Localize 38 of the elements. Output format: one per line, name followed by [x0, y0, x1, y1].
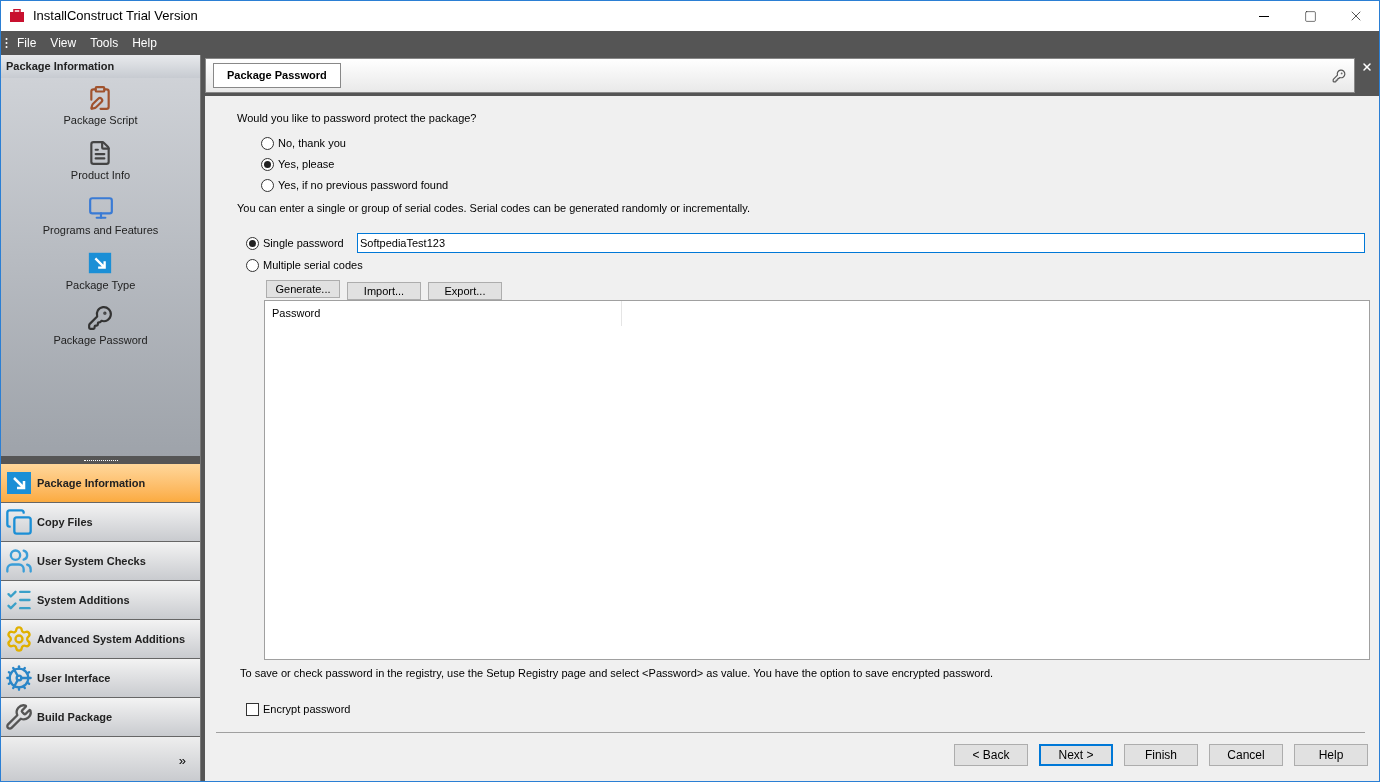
menu-item[interactable]: File: [12, 34, 42, 52]
page-tab[interactable]: Package Password: [213, 63, 341, 88]
wizard-button[interactable]: Cancel: [1209, 743, 1283, 766]
list-button[interactable]: Generate...: [266, 279, 340, 298]
sidebar-item[interactable]: Product Info: [62, 140, 139, 195]
list-button[interactable]: Import...: [347, 281, 421, 300]
nav-button[interactable]: Package Information: [1, 464, 200, 503]
more-button[interactable]: »: [178, 754, 186, 767]
list-button[interactable]: Export...: [428, 281, 502, 300]
nav-button[interactable]: Advanced System Additions: [1, 620, 200, 659]
radio-label[interactable]: Yes, if no previous password found: [278, 178, 449, 192]
sidebar-item[interactable]: Package Password: [45, 305, 156, 360]
menu-item[interactable]: View: [45, 34, 82, 52]
nav-button[interactable]: System Additions: [1, 581, 200, 620]
column-header[interactable]: Password: [265, 300, 622, 326]
wizard-button[interactable]: Next >: [1039, 743, 1113, 766]
window-title: InstallConstruct Trial Version: [33, 7, 198, 26]
registry-info-text: To save or check password in the registry, use the Setup Registry page and select <Password> as value. You have the option to save encrypted password.: [240, 665, 995, 681]
question-text: Would you like to password protect the package?: [237, 111, 478, 126]
sidebar-item[interactable]: Package Script: [55, 85, 146, 140]
menu-item[interactable]: Tools: [85, 34, 124, 52]
checkbox-label[interactable]: Encrypt password: [263, 701, 351, 718]
nav-button[interactable]: Build Package: [1, 698, 200, 737]
wizard-button[interactable]: Finish: [1124, 743, 1198, 766]
sidebar-item[interactable]: Package Type: [57, 250, 144, 305]
nav-button[interactable]: User Interface: [1, 659, 200, 698]
nav-button[interactable]: Copy Files: [1, 503, 200, 542]
radio-label[interactable]: Yes, please: [278, 157, 335, 171]
menu-item[interactable]: Help: [127, 34, 162, 52]
radio-label[interactable]: Single password: [263, 234, 353, 252]
password-field[interactable]: SoftpediaTest123: [357, 233, 1365, 253]
sidebar-item[interactable]: Programs and Features: [34, 195, 167, 250]
radio-label[interactable]: No, thank you: [278, 136, 346, 150]
wizard-button[interactable]: < Back: [954, 743, 1028, 766]
wizard-button[interactable]: Help: [1294, 743, 1368, 766]
info-text: You can enter a single or group of serial codes. Serial codes can be generated randomly or incrementally.: [237, 200, 752, 216]
radio-label[interactable]: Multiple serial codes: [263, 257, 363, 274]
nav-button[interactable]: User System Checks: [1, 542, 200, 581]
